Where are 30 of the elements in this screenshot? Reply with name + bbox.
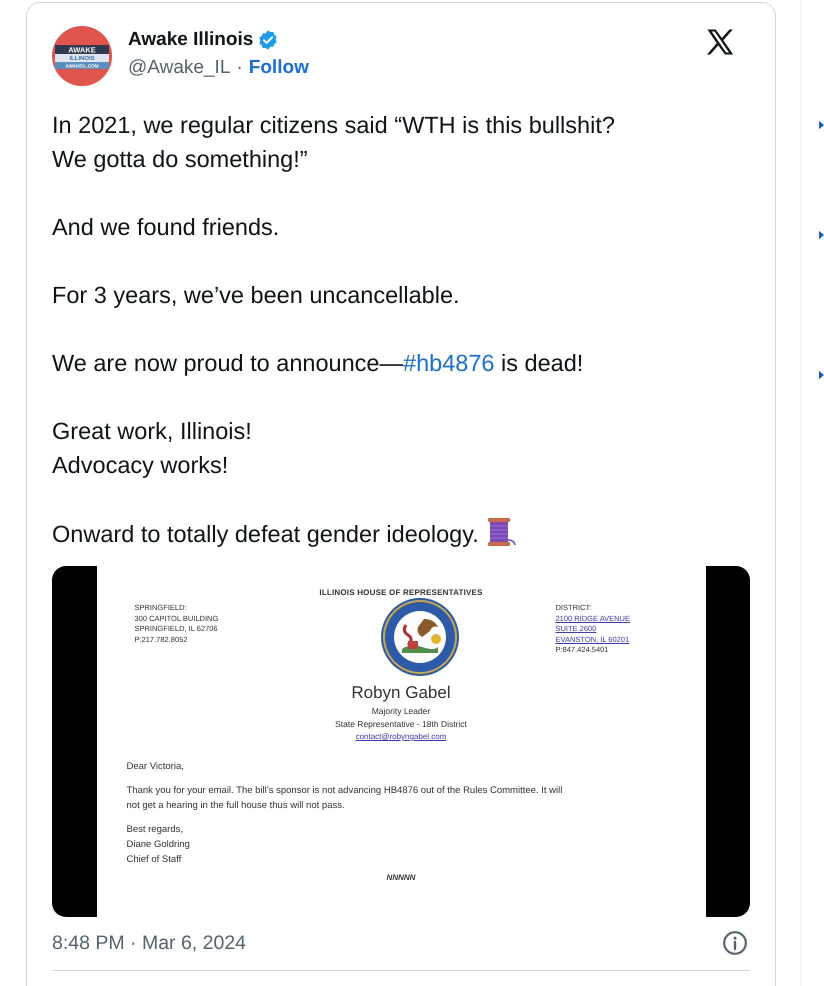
caret-icon[interactable] [819, 230, 824, 240]
x-logo-icon[interactable] [704, 27, 736, 57]
tweet-text: In 2021, we regular citizens said “WTH is this bullshit? [52, 111, 616, 140]
tweet-text: And we found friends. [52, 213, 280, 242]
info-icon[interactable] [722, 930, 748, 956]
author-handle[interactable]: @Awake_IL [128, 57, 230, 79]
tweet-text: Great work, Illinois! [52, 417, 253, 446]
representative-title: Majority Leader [372, 706, 430, 716]
tweet-text: We gotta do something!” [52, 145, 309, 174]
letter-closing: Diane Goldring [126, 838, 191, 852]
email-link: contact@robyngabel.com [356, 732, 446, 741]
caret-icon[interactable] [819, 120, 824, 130]
letter-closing: Chief of Staff [126, 853, 182, 867]
tweet-timestamp[interactable]: 8:48 PM · Mar 6, 2024 [52, 932, 246, 954]
representative-title: State Representative - 18th District [335, 719, 467, 729]
letter-body: Thank you for your email. The bill’s sponsor is not advancing HB4876 out of the Rules Committee. It will not get a hearing in the full house thus will not pass. [126, 784, 564, 813]
letter-closing: Best regards, [126, 823, 184, 837]
separator-dot: · [236, 57, 243, 79]
letter-greeting: Dear Victoria, [126, 760, 185, 774]
tweet-text: Onward to totally defeat gender ideology. [52, 516, 750, 550]
tweet-text: Advocacy works! [52, 451, 230, 480]
follow-link[interactable]: Follow [248, 57, 309, 79]
representative-name: Robyn Gabel [351, 683, 451, 703]
author-name[interactable]: Awake Illinois [128, 29, 254, 51]
letter-footer: NNNNN [386, 873, 416, 882]
tweet-text: We are now proud to announce—#hb4876 is dead! [52, 349, 584, 378]
caret-icon[interactable] [819, 370, 824, 380]
letter-heading: ILLINOIS HOUSE OF REPRESENTATIVES [319, 588, 483, 597]
hashtag-link[interactable]: #hb4876 [403, 350, 494, 376]
tweet-text: For 3 years, we’ve been uncancellable. [52, 281, 461, 310]
